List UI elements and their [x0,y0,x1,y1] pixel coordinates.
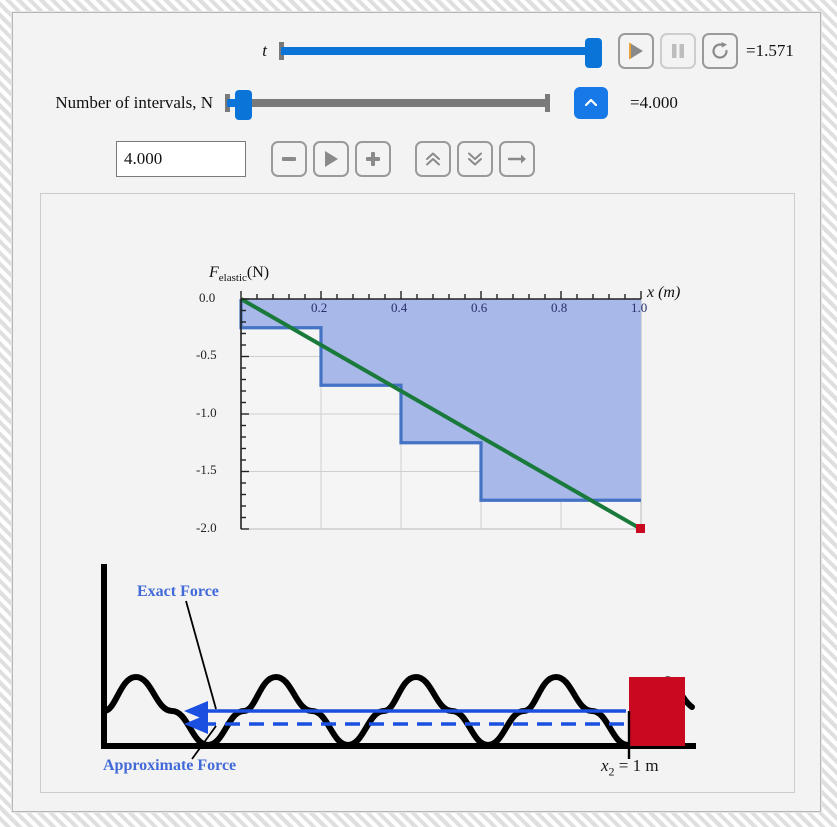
time-slider[interactable] [279,38,604,68]
x-axis-title: x (m) [647,284,681,301]
intervals-control-row: Number of intervals, N =4.000 [13,87,822,120]
pause-icon [672,44,684,58]
y-tick-label-0: 0.0 [199,290,216,305]
y-axis-title-symbol: F [209,264,219,281]
x-tick-label-2: 0.4 [391,300,408,315]
y-axis-title-unit: (N) [246,264,270,281]
simulation-stage: 0.0 -0.5 -1.0 -1.5 -2.0 0.2 0.4 0.6 0.8 … [40,193,795,793]
position-label-subscript: 2 [608,764,615,779]
arrow-right-icon [507,154,526,164]
approximate-force-arrow [184,714,626,734]
double-chevron-up-icon [426,152,440,166]
simulation-window: t =1.571 Number of intervals, N =4.000 4… [12,12,821,812]
play-icon [325,151,338,167]
minus-button[interactable] [271,141,307,177]
intervals-value: =4.000 [630,93,678,112]
intervals-slider-track [227,99,548,107]
arrow-right-button[interactable] [499,141,535,177]
time-slider-fill [281,47,596,55]
double-chevron-down-icon [468,152,482,166]
intervals-label: Number of intervals, N [55,93,213,112]
position-label-symbol: x [601,756,609,775]
x-tick-label-5: 1.0 [631,300,648,315]
chart-svg [239,291,645,533]
y-axis-title-subscript: elastic [218,272,247,285]
end-point-marker [636,524,645,533]
chevron-up-icon [584,98,598,107]
y-tick-label-2: -1.0 [196,405,217,420]
intervals-slider-handle[interactable] [235,90,252,120]
reset-button[interactable] [702,33,738,69]
minus-icon [282,157,296,161]
plus-icon [366,152,380,166]
block [629,677,685,746]
stepper-button-row: 4.000 [13,141,822,177]
double-up-button[interactable] [415,141,451,177]
exact-force-leader-line [185,600,217,710]
double-down-button[interactable] [457,141,493,177]
force-vs-position-chart: 0.0 -0.5 -1.0 -1.5 -2.0 0.2 0.4 0.6 0.8 … [196,264,680,535]
value-input[interactable]: 4.000 [116,141,246,177]
time-value: =1.571 [746,41,794,60]
play-icon [629,43,643,59]
approximate-force-label: Approximate Force [103,757,237,774]
x-tick-label-1: 0.2 [311,300,328,315]
plus-button[interactable] [355,141,391,177]
x-tick-label-4: 0.8 [551,300,568,315]
y-axis-title: Felastic(N) [209,264,269,284]
position-label: x2 = 1 m [601,756,659,779]
time-slider-handle[interactable] [585,38,602,68]
time-control-row: t =1.571 [13,33,822,69]
intervals-stepper-up-button[interactable] [574,87,608,119]
position-label-value: = 1 m [618,756,659,775]
step-play-button[interactable] [313,141,349,177]
exact-force-label: Exact Force [137,583,219,600]
y-tick-label-4: -2.0 [196,520,217,535]
time-label: t [262,41,267,60]
play-button[interactable] [618,33,654,69]
y-tick-label-3: -1.5 [196,462,217,477]
x-tick-label-3: 0.6 [471,300,488,315]
y-tick-label-1: -0.5 [196,347,217,362]
reset-icon [712,42,728,59]
intervals-slider[interactable] [225,90,550,120]
pause-button[interactable] [660,33,696,69]
spring-block-diagram: Exact Force Approximate Force x2 = 1 m [96,559,756,784]
